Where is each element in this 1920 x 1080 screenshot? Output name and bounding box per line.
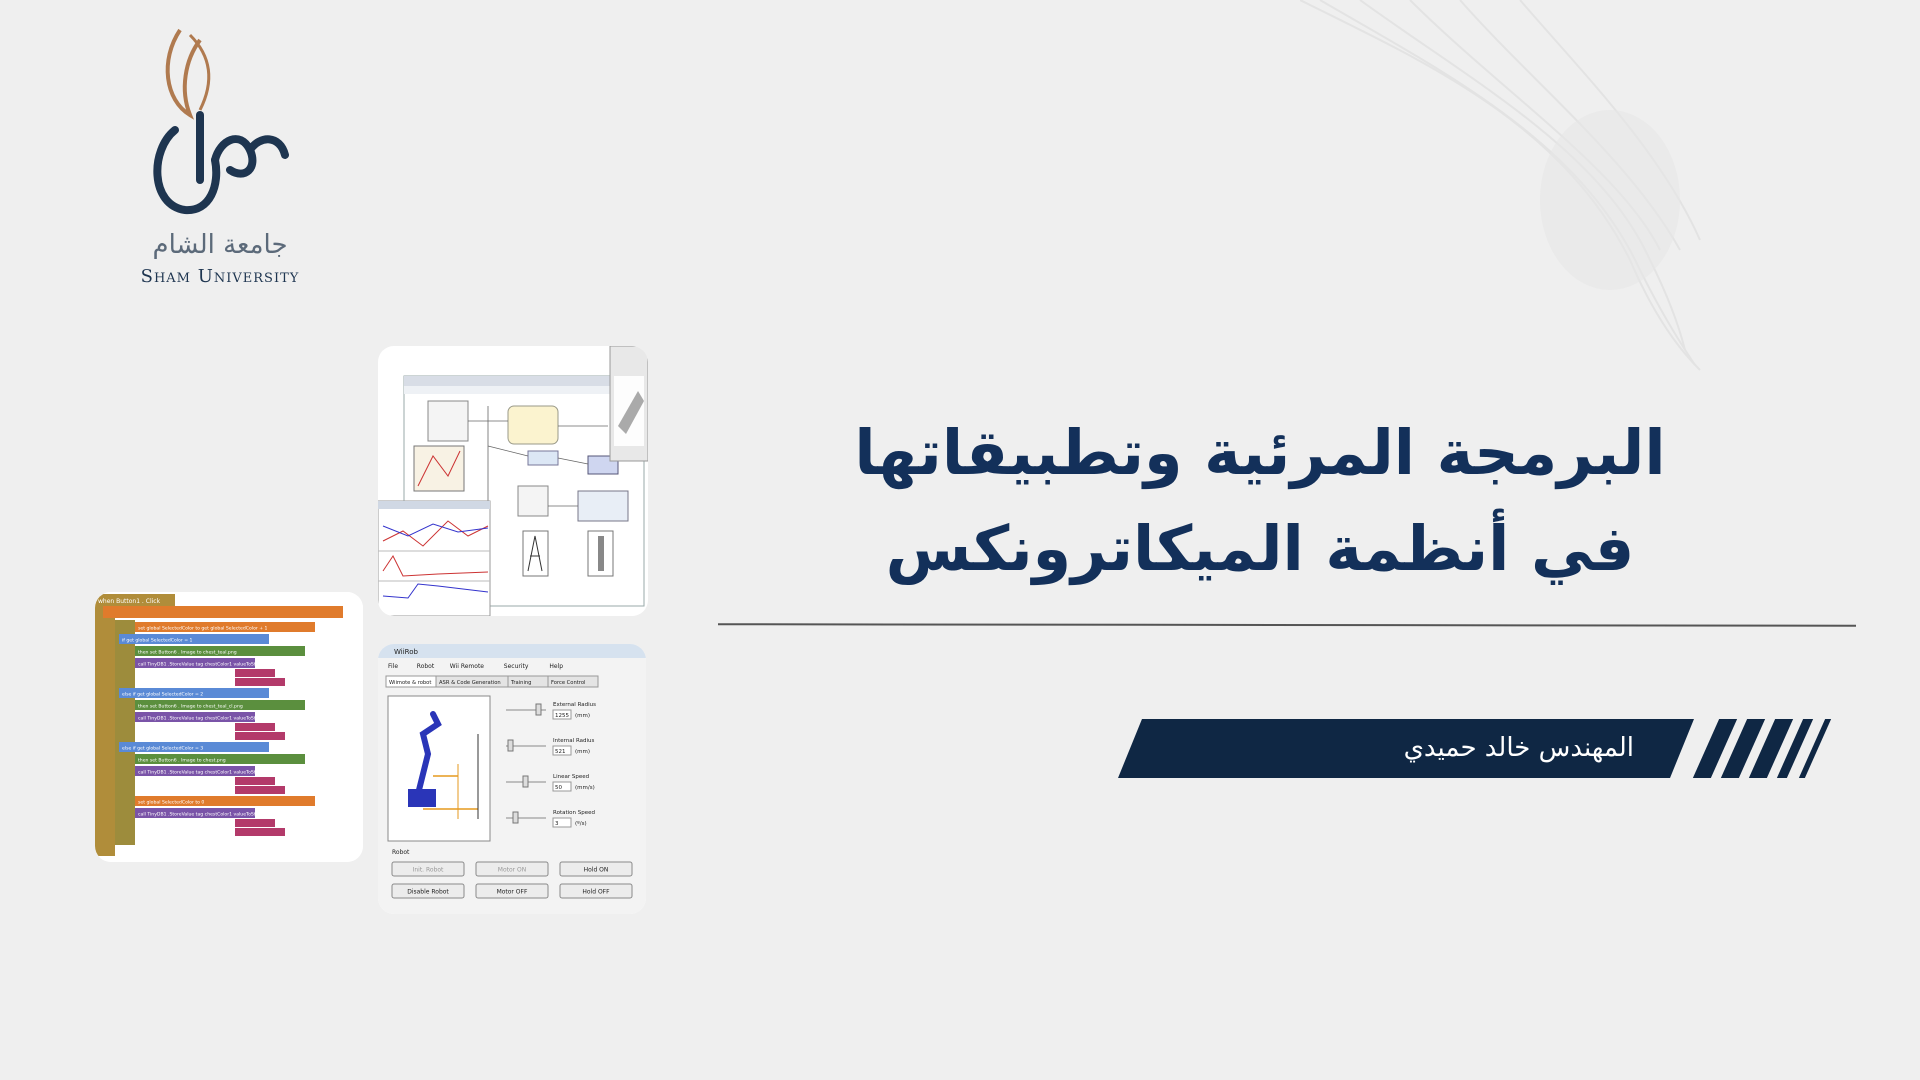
slider-thumb[interactable] (512, 811, 519, 824)
code-block[interactable] (235, 786, 285, 794)
logo-english-name: Sham University (140, 266, 300, 287)
blocks-screenshot-card: when Button1 . Click set global Selected… (95, 592, 363, 862)
wiirob-title: WiiRob (394, 648, 418, 656)
code-block-text: set global SelectedColor to get global S… (138, 626, 268, 632)
code-block-text: then set Button6 . Image to chest_teal.p… (138, 650, 237, 656)
code-block-text: else if get global SelectedColor = 3 (122, 746, 203, 752)
code-block-text: then set Button6 . Image to chest.png (138, 758, 226, 764)
simulink-diagram-image (378, 346, 648, 616)
wiirob-tab-label: Training (510, 680, 531, 686)
wiirob-button-label: Init. Robot (413, 867, 444, 874)
param-value: 521 (555, 749, 566, 755)
presenter-banner: المهندس خالد حميدي (1118, 719, 1694, 778)
param-unit: (mm) (575, 713, 590, 719)
code-block[interactable] (235, 678, 285, 686)
divider-line (717, 623, 1857, 627)
decorative-swirl (1300, 0, 1701, 371)
code-block-text: set global SelectedColor to 0 (138, 800, 204, 806)
code-block[interactable] (235, 723, 275, 731)
code-block[interactable] (235, 732, 285, 740)
wiirob-tab-label: ASR & Code Generation (439, 680, 501, 686)
code-block-text: call TinyDB1 .StoreValue tag chestColor1… (138, 716, 304, 722)
slider-thumb[interactable] (535, 703, 542, 716)
param-label: Linear Speed (553, 774, 589, 780)
wiirob-button-label: Disable Robot (407, 889, 449, 896)
code-block[interactable] (235, 819, 275, 827)
robot-group-label: Robot (392, 849, 410, 856)
code-block-text: else if get global SelectedColor = 2 (122, 692, 203, 698)
code-block-text: call TinyDB1 .StoreValue tag chestColor1… (138, 662, 298, 668)
param-label: External Radius (553, 702, 596, 708)
logo-arabic-name: جامعة الشام (152, 230, 288, 260)
presentation-title: البرمجة المرئية وتطبيقاتها في أنظمة المي… (854, 416, 1666, 585)
code-block-text: if get global SelectedColor = 1 (122, 638, 193, 644)
param-unit: (mm/s) (575, 785, 595, 791)
param-unit: (mm) (575, 749, 590, 755)
param-label: Rotation Speed (553, 810, 595, 816)
wiirob-menu-item[interactable]: File (388, 663, 398, 670)
wiirob-tab-label: Force Control (551, 680, 585, 686)
param-label: Internal Radius (553, 738, 595, 744)
wiirob-button-label: Motor ON (498, 867, 526, 874)
wiirob-menu-item[interactable]: Robot (417, 663, 435, 670)
param-unit: (º/s) (575, 820, 587, 827)
wiirob-menu-item[interactable]: Wii Remote (450, 663, 485, 670)
university-logo: جامعة الشام Sham University (120, 20, 340, 290)
slider-thumb[interactable] (507, 739, 514, 752)
logo-emblem-icon (153, 28, 289, 215)
code-block[interactable] (235, 828, 285, 836)
wiirob-tab-label: Wiimote & robot (389, 680, 431, 686)
param-value: 3 (555, 821, 559, 827)
code-block-text: call TinyDB1 .StoreValue tag chestColor1… (138, 812, 287, 818)
wiirob-button-label: Hold ON (584, 867, 609, 874)
wiirob-menu-item[interactable]: Help (549, 663, 563, 670)
wiirob-button-label: Hold OFF (582, 889, 610, 896)
simulink-screenshot-card (378, 346, 648, 616)
code-block[interactable] (235, 777, 275, 785)
param-value: 1255 (555, 713, 569, 719)
code-block[interactable] (235, 669, 275, 677)
wiirob-screenshot-card: WiiRob File Robot Wii Remote Security Help W… (378, 644, 646, 914)
wiirob-button-label: Motor OFF (497, 889, 528, 896)
slider-thumb[interactable] (522, 775, 529, 788)
code-block-text: call TinyDB1 .StoreValue tag chestColor1… (138, 770, 287, 776)
param-value: 50 (555, 785, 562, 791)
blocks-event-label: when Button1 . Click (98, 598, 161, 605)
wiirob-window-image: WiiRob File Robot Wii Remote Security Help W… (378, 644, 646, 914)
blocks-code-image: when Button1 . Click set global Selected… (95, 592, 363, 862)
code-block-text: then set Button6 . Image to chest_teal_c… (138, 704, 243, 710)
wiirob-menu-item[interactable]: Security (504, 663, 529, 670)
presenter-name: المهندس خالد حميدي (1403, 733, 1634, 763)
